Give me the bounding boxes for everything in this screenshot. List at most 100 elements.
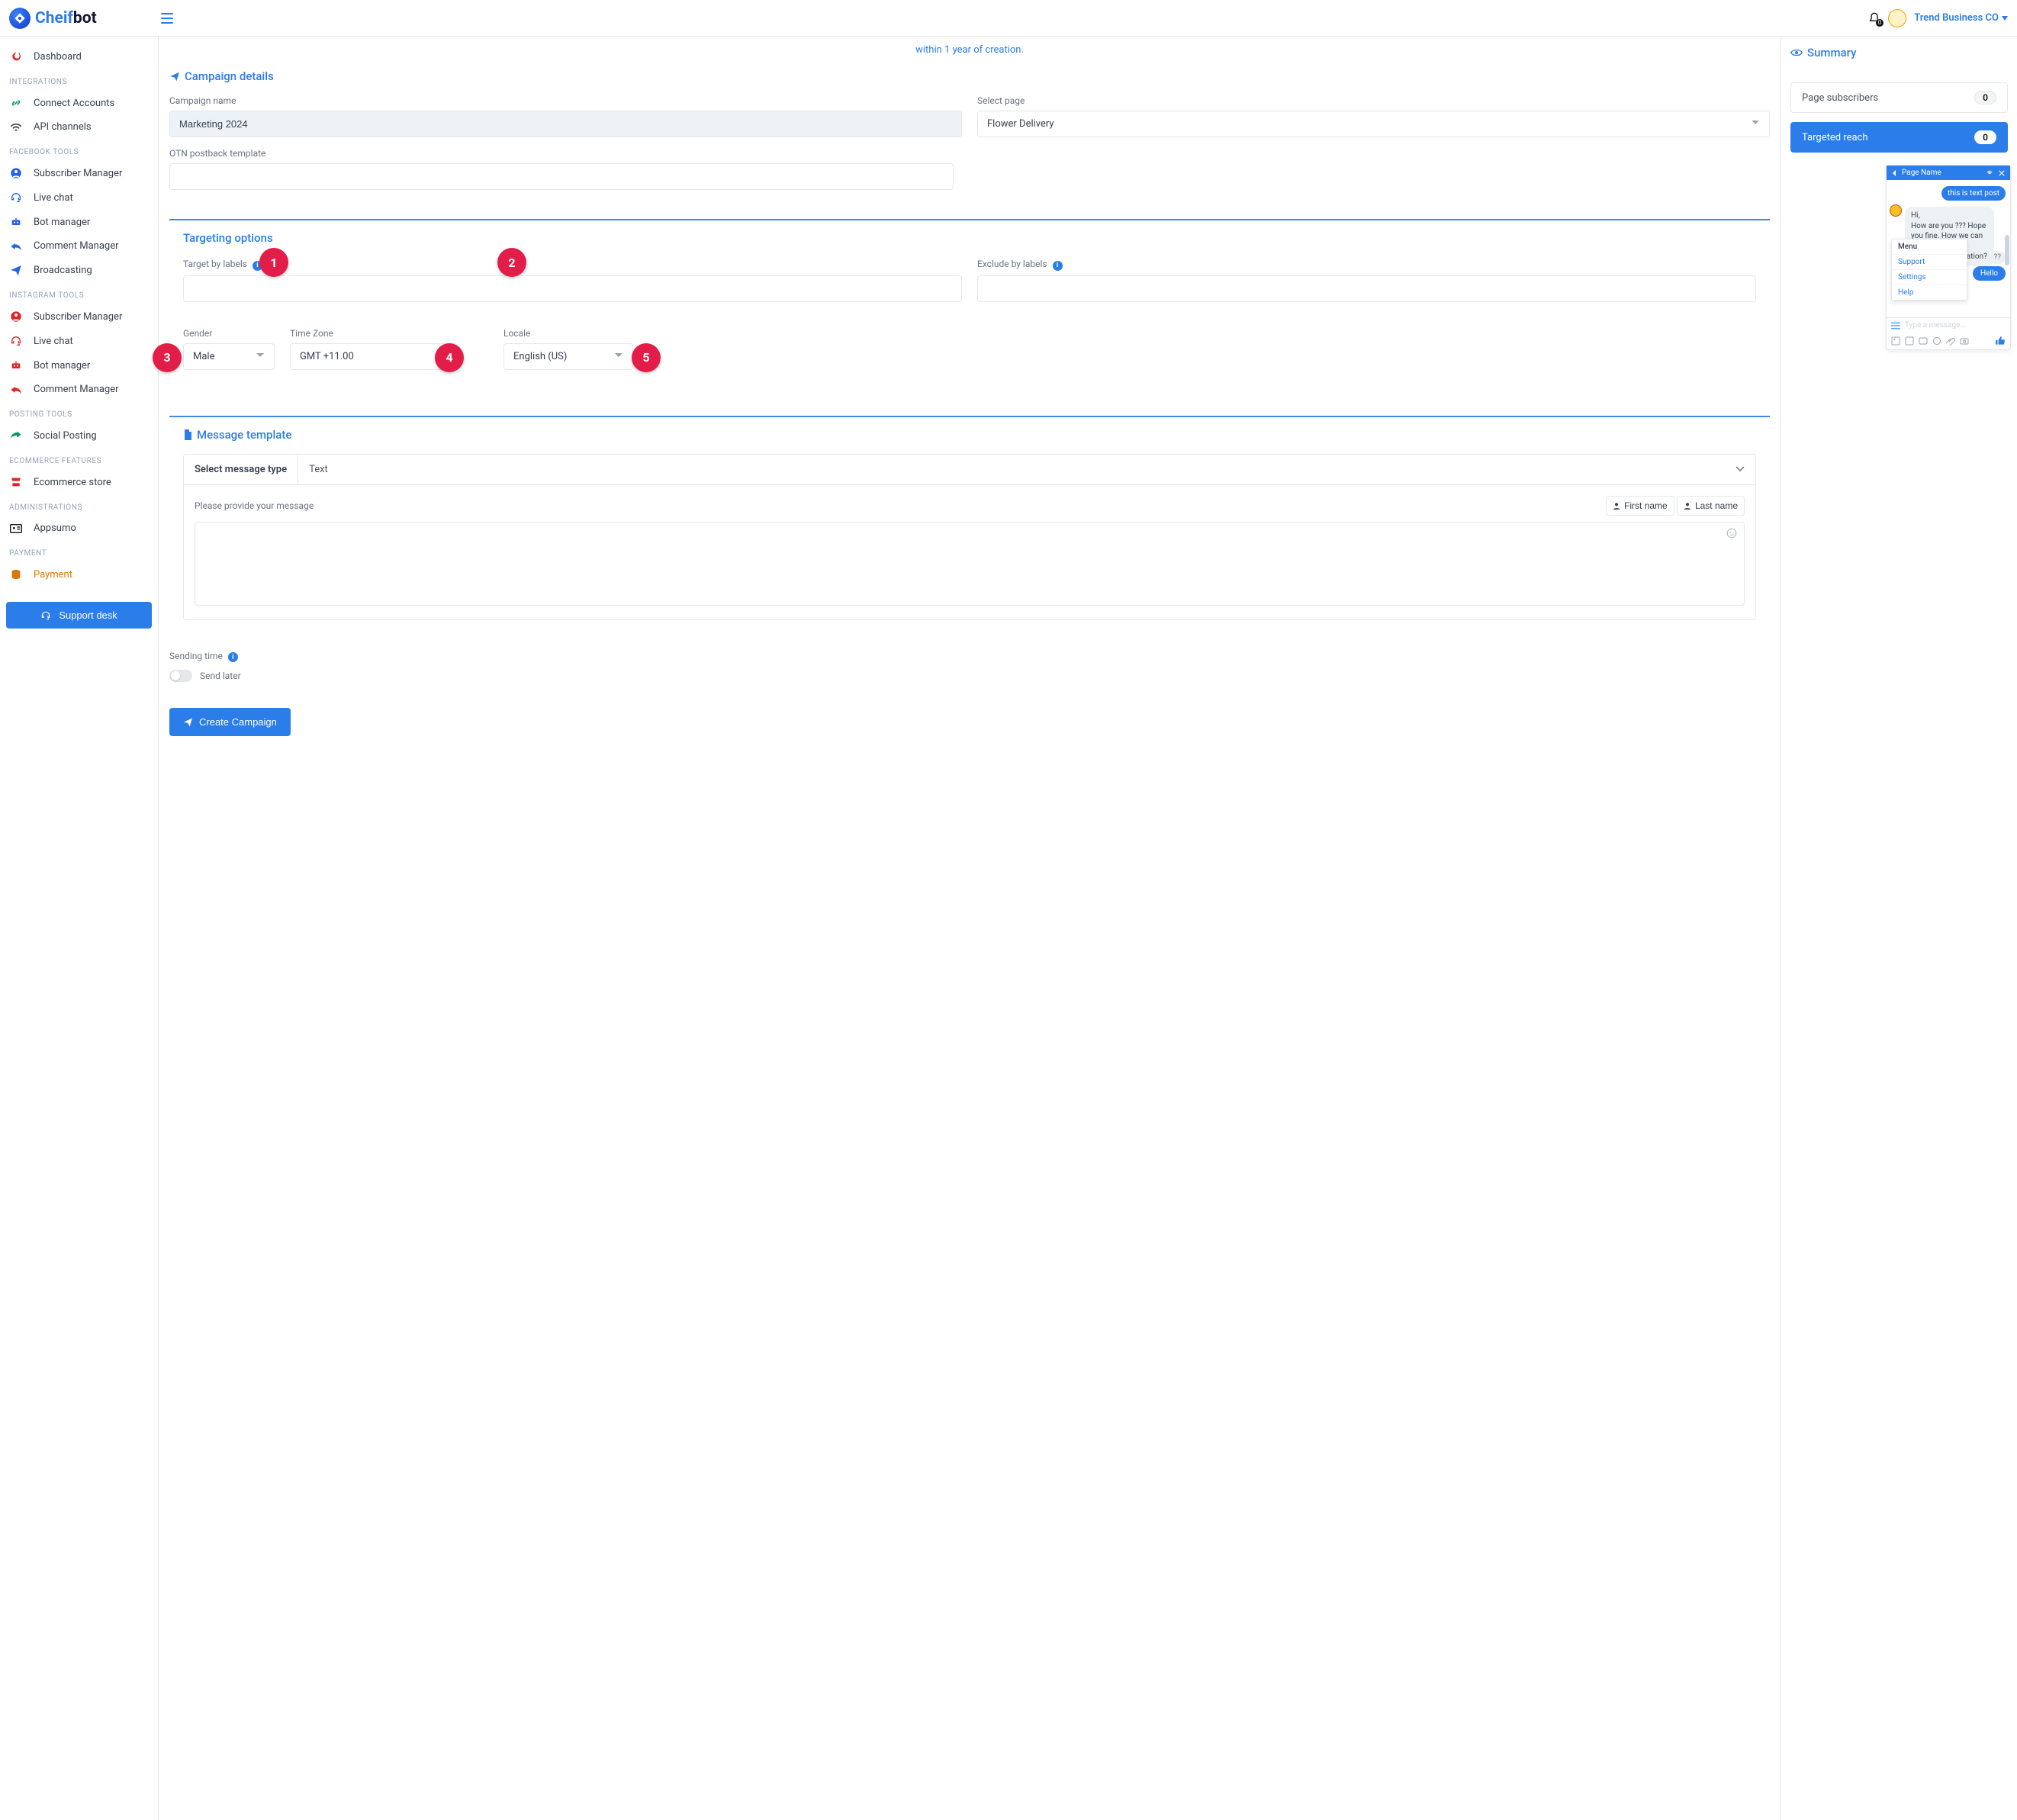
gear-icon[interactable] (1986, 169, 1993, 177)
sticker-icon[interactable] (1905, 336, 1914, 346)
section-payment: PAYMENT (3, 540, 155, 562)
chat-hello-bubble: Hello (1973, 266, 2006, 281)
image-icon[interactable] (1891, 336, 1900, 346)
scrollbar-thumb[interactable] (2005, 235, 2009, 265)
step-marker-2: 2 (497, 248, 526, 277)
stat-targeted-reach[interactable]: Targeted reach 0 (1790, 122, 2008, 153)
sidebar-item-broadcasting[interactable]: Broadcasting (3, 258, 155, 282)
close-icon[interactable] (1998, 169, 2006, 177)
camera-icon[interactable] (1960, 336, 1969, 346)
emoji-icon[interactable] (1932, 336, 1941, 346)
sidebar-item-fb-subscriber-manager[interactable]: Subscriber Manager (3, 161, 155, 185)
timezone-select[interactable]: GMT +11.00 (290, 343, 458, 370)
sidebar-item-label: Live chat (34, 336, 73, 347)
chat-menu-item-settings[interactable]: Settings (1892, 270, 1967, 285)
sending-time-label: Sending time i (169, 651, 1770, 663)
sidebar-item-label: Subscriber Manager (34, 168, 122, 179)
divider (169, 416, 1770, 417)
coins-icon (9, 568, 23, 580)
main-content: within 1 year of creation. Campaign deta… (159, 37, 1781, 1820)
message-card: Select message type Text Please provide … (183, 454, 1756, 620)
summary-panel: Summary Page subscribers 0 Targeted reac… (1781, 37, 2017, 1820)
sidebar-item-label: Bot manager (34, 217, 90, 228)
document-icon (183, 429, 192, 440)
hamburger-toggle-icon[interactable] (161, 13, 173, 24)
send-later-toggle[interactable] (169, 670, 192, 682)
sidebar-item-fb-live-chat[interactable]: Live chat (3, 185, 155, 210)
info-icon[interactable]: i (228, 652, 238, 662)
insert-first-name-button[interactable]: First name (1606, 496, 1674, 516)
chat-menu-header: Menu (1892, 240, 1967, 255)
sidebar-item-api-channels[interactable]: API channels (3, 115, 155, 139)
sidebar-item-dashboard[interactable]: Dashboard (3, 44, 155, 69)
sidebar-item-ig-subscriber-manager[interactable]: Subscriber Manager (3, 304, 155, 329)
gif-icon[interactable] (1919, 336, 1928, 346)
attachment-icon[interactable] (1946, 336, 1955, 346)
sidebar-item-label: Comment Manager (34, 240, 119, 252)
chat-input-row: Type a message... (1887, 317, 2010, 333)
chat-menu-item-help[interactable]: Help (1892, 285, 1967, 300)
account-avatar[interactable] (1888, 9, 1906, 27)
sidebar-item-connect-accounts[interactable]: Connect Accounts (3, 91, 155, 115)
sidebar-item-label: Bot manager (34, 360, 90, 371)
sidebar: Dashboard INTEGRATIONS Connect Accounts … (0, 37, 159, 1820)
sidebar-item-ig-live-chat[interactable]: Live chat (3, 329, 155, 353)
emoji-picker-icon[interactable] (1726, 528, 1737, 539)
send-later-label: Send later (200, 670, 241, 681)
exclude-by-labels-label: Exclude by labels i (977, 259, 1756, 271)
chat-menu-item-support[interactable]: Support (1892, 255, 1967, 270)
step-marker-4: 4 (435, 343, 464, 372)
stat-label: Page subscribers (1802, 92, 1878, 104)
headset-icon (9, 191, 23, 204)
support-desk-button[interactable]: Support desk (6, 602, 152, 629)
share-icon (9, 429, 23, 442)
message-textarea[interactable] (195, 522, 1745, 606)
brand-text-2: bot (73, 9, 97, 27)
reply-all-icon (9, 384, 23, 395)
sidebar-item-ecommerce-store[interactable]: Ecommerce store (3, 470, 155, 494)
select-page-dropdown[interactable]: Flower Delivery (977, 111, 1770, 137)
brand-text-1: Cheif (35, 9, 73, 27)
user-circle-icon (9, 167, 23, 179)
locale-select[interactable]: English (US) (503, 343, 633, 370)
message-type-select[interactable]: Text (298, 455, 1755, 484)
brand-icon (9, 8, 31, 29)
sidebar-item-fb-bot-manager[interactable]: Bot manager (3, 210, 155, 234)
gender-select[interactable]: Male (183, 343, 275, 370)
account-dropdown[interactable]: Trend Business CO (1914, 12, 2008, 24)
brand-logo: Cheifbot (9, 8, 97, 29)
campaign-name-input[interactable] (169, 111, 962, 137)
sidebar-item-fb-comment-manager[interactable]: Comment Manager (3, 234, 155, 258)
stat-page-subscribers[interactable]: Page subscribers 0 (1790, 82, 2008, 113)
sidebar-item-ig-bot-manager[interactable]: Bot manager (3, 353, 155, 378)
store-icon (9, 476, 23, 488)
chat-truncated-bubble: ?? (1990, 251, 2006, 264)
sidebar-item-social-posting[interactable]: Social Posting (3, 423, 155, 448)
insert-last-name-button[interactable]: Last name (1677, 496, 1745, 516)
like-icon[interactable] (1995, 336, 2006, 346)
target-by-labels-input[interactable] (183, 275, 962, 302)
chat-preview: Page Name this is text post Hi, How are … (1886, 165, 2011, 350)
notification-bell-icon[interactable]: 0 (1868, 11, 1880, 25)
message-template-title: Message template (183, 428, 1770, 442)
sidebar-item-label: Ecommerce store (34, 477, 111, 488)
create-campaign-button[interactable]: Create Campaign (169, 708, 291, 736)
topbar: Cheifbot 0 Trend Business CO (0, 0, 2017, 37)
info-icon[interactable]: i (1053, 261, 1063, 271)
section-integrations: INTEGRATIONS (3, 69, 155, 91)
sidebar-item-label: Comment Manager (34, 384, 119, 395)
locale-label: Locale (503, 328, 633, 339)
chat-input-placeholder[interactable]: Type a message... (1905, 321, 2006, 330)
chevron-left-icon[interactable] (1891, 170, 1897, 176)
menu-icon[interactable] (1891, 322, 1900, 330)
sidebar-item-ig-comment-manager[interactable]: Comment Manager (3, 378, 155, 401)
step-marker-1: 1 (259, 248, 288, 277)
id-card-icon (9, 523, 23, 534)
paper-plane-icon (9, 264, 23, 276)
sidebar-item-payment[interactable]: Payment (3, 562, 155, 587)
headset-icon (9, 335, 23, 347)
sidebar-item-appsumo[interactable]: Appsumo (3, 516, 155, 540)
otn-input[interactable] (169, 163, 954, 190)
chevron-down-icon (1736, 466, 1745, 472)
exclude-by-labels-input[interactable] (977, 275, 1756, 302)
